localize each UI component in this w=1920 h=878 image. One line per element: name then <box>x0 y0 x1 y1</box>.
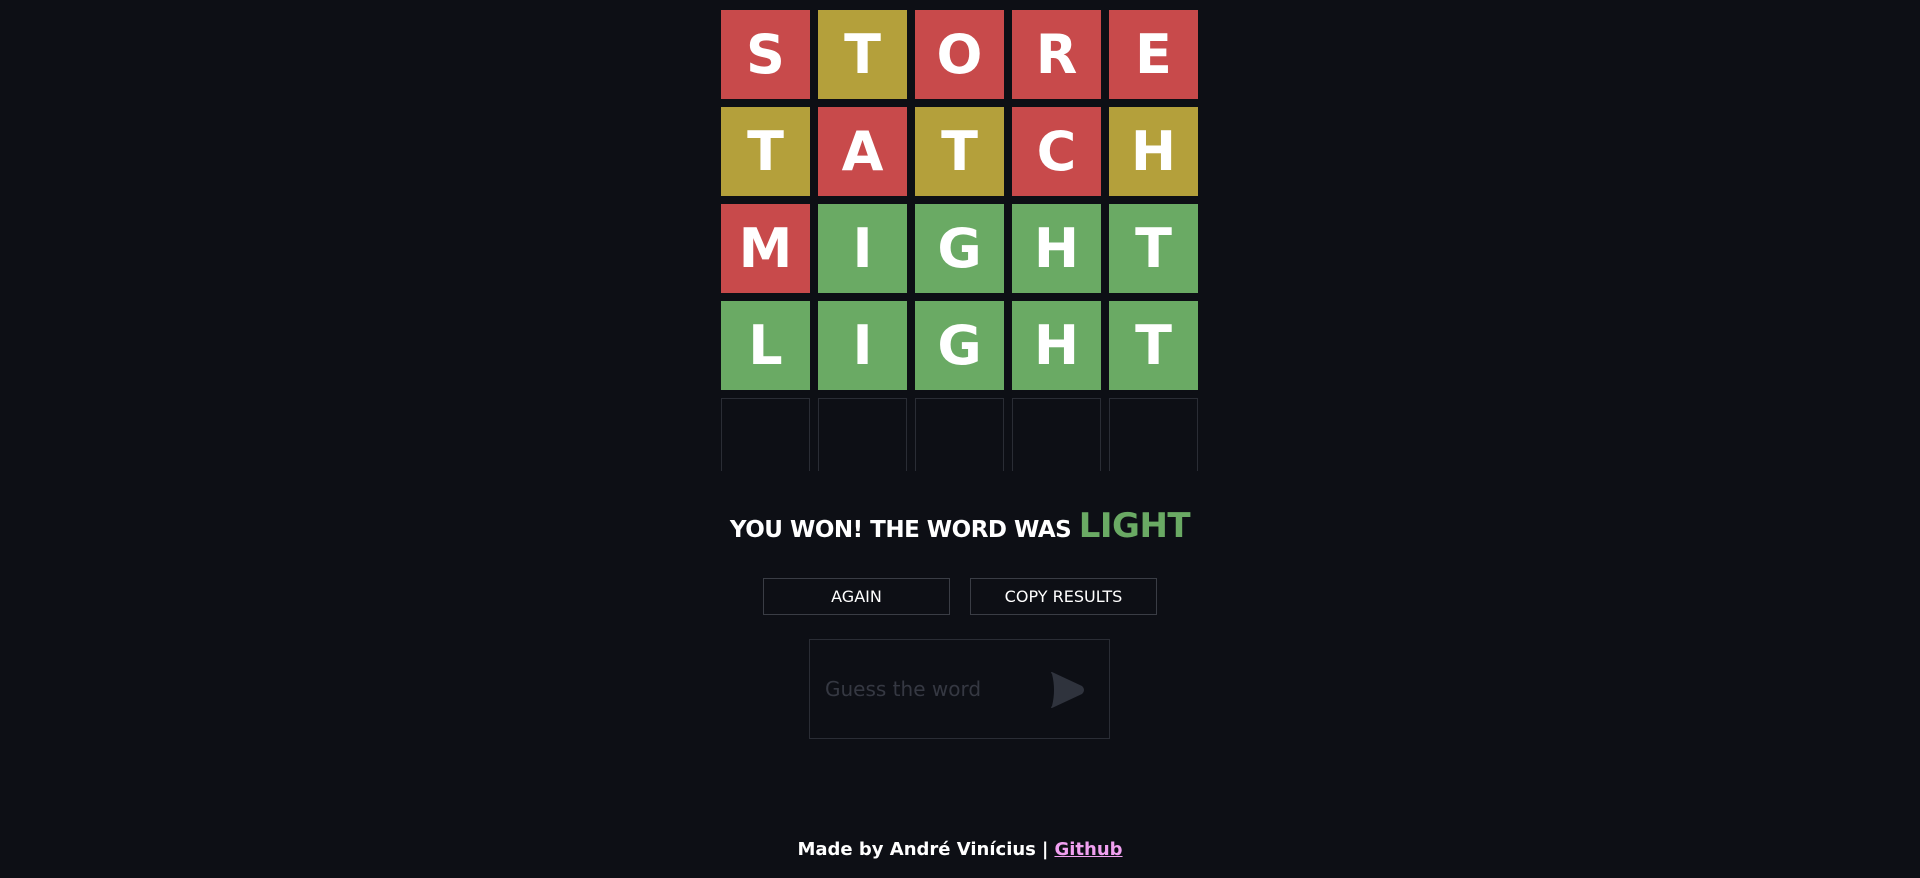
result-message: YOU WON! THE WORD WAS LIGHT <box>0 506 1920 546</box>
tile-blank <box>721 398 810 471</box>
tile-green: H <box>1012 204 1101 293</box>
tile-green: I <box>818 301 907 390</box>
tile-red: M <box>721 204 810 293</box>
footer: Made by André Vinícius | Github <box>0 839 1920 860</box>
board-row-5 <box>721 398 1199 471</box>
tile-blank <box>1012 398 1101 471</box>
action-buttons: AGAIN COPY RESULTS <box>763 578 1157 615</box>
tile-blank <box>1109 398 1198 471</box>
board-row-3: MIGHT <box>721 204 1199 293</box>
send-play-icon[interactable] <box>1043 667 1089 713</box>
tile-red: O <box>915 10 1004 99</box>
github-link[interactable]: Github <box>1054 839 1122 860</box>
tile-red: R <box>1012 10 1101 99</box>
board-row-2: TATCH <box>721 107 1199 196</box>
footer-separator: | <box>1041 839 1049 860</box>
tile-red: A <box>818 107 907 196</box>
tile-yellow: T <box>818 10 907 99</box>
board-row-1: STORE <box>721 10 1199 99</box>
tile-green: T <box>1109 204 1198 293</box>
tile-green: H <box>1012 301 1101 390</box>
tile-green: T <box>1109 301 1198 390</box>
tile-green: G <box>915 301 1004 390</box>
tile-red: E <box>1109 10 1198 99</box>
guess-form <box>809 639 1110 739</box>
tile-red: S <box>721 10 810 99</box>
tile-yellow: T <box>721 107 810 196</box>
tile-red: C <box>1012 107 1101 196</box>
tile-blank <box>818 398 907 471</box>
again-button[interactable]: AGAIN <box>763 578 950 615</box>
copy-results-button[interactable]: COPY RESULTS <box>970 578 1157 615</box>
send-play-icon-svg <box>1051 672 1084 708</box>
tile-green: L <box>721 301 810 390</box>
tile-blank <box>915 398 1004 471</box>
guess-input[interactable] <box>823 676 1027 702</box>
tile-yellow: T <box>915 107 1004 196</box>
game-board: STORETATCHMIGHTLIGHT <box>721 10 1199 479</box>
tile-green: I <box>818 204 907 293</box>
game-page: STORETATCHMIGHTLIGHT YOU WON! THE WORD W… <box>0 0 1920 878</box>
footer-credit: Made by André Vinícius <box>797 839 1036 860</box>
result-word: LIGHT <box>1078 506 1191 546</box>
result-prefix: YOU WON! THE WORD WAS <box>729 517 1072 543</box>
tile-yellow: H <box>1109 107 1198 196</box>
tile-green: G <box>915 204 1004 293</box>
board-row-4: LIGHT <box>721 301 1199 390</box>
